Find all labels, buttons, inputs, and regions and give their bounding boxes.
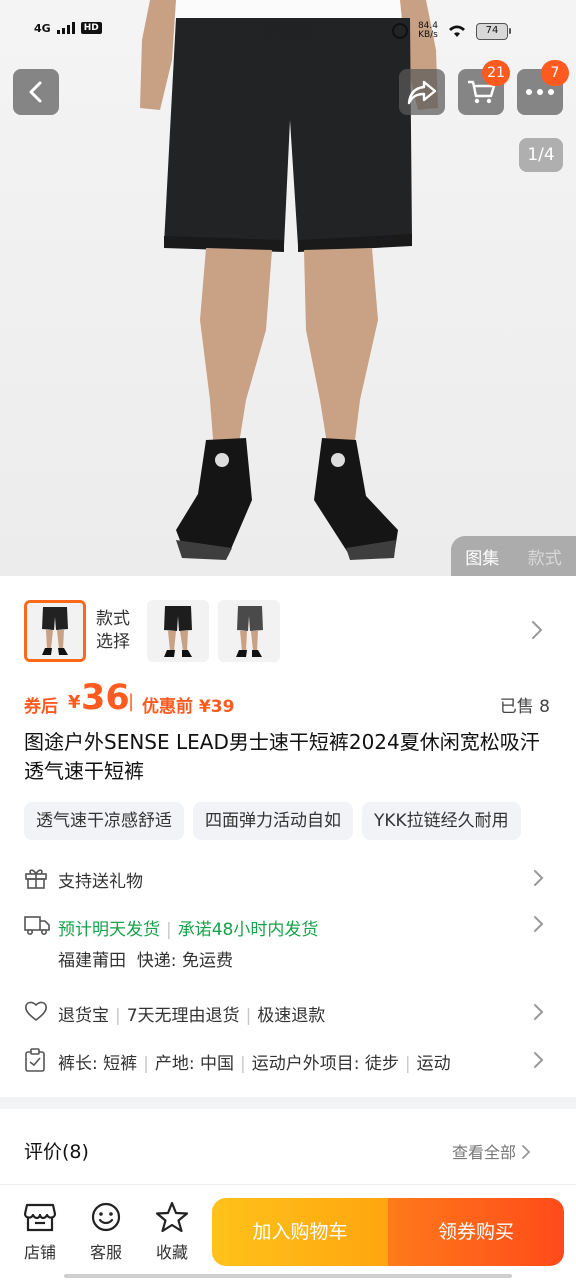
star-icon: [155, 1201, 189, 1233]
ship-origin-text: 福建莆田: [58, 951, 126, 971]
shipping-estimate: 预计明天发货 | 承诺48小时内发货: [58, 915, 318, 940]
return-row[interactable]: 退货宝 | 7天无理由退货 | 极速退款: [0, 996, 576, 1028]
share-button[interactable]: [399, 69, 445, 115]
share-icon: [407, 80, 437, 105]
price-row: 券后 ¥ 36 | 优惠前 ¥39 已售 8: [24, 678, 554, 722]
variant-label-line1: 款式: [96, 609, 130, 629]
variant-thumb-image: [147, 600, 209, 662]
spec-item: 产地: 中国: [154, 1054, 235, 1074]
section-divider: [0, 1097, 576, 1109]
variant-thumb-black[interactable]: [24, 600, 86, 662]
store-button[interactable]: 店铺: [18, 1201, 62, 1263]
service-label: 客服: [89, 1243, 122, 1262]
customer-service-icon: [91, 1202, 121, 1232]
spec-item: 运动: [416, 1054, 451, 1074]
coupon-buy-button[interactable]: 领券购买: [388, 1198, 564, 1266]
heart-shield-icon: [25, 1001, 47, 1022]
sold-count: 已售 8: [499, 697, 550, 717]
variant-selector[interactable]: 款式 选择: [0, 596, 576, 668]
favorite-label: 收藏: [155, 1243, 188, 1262]
view-all-label: 查看全部: [452, 1143, 517, 1162]
gift-icon: [25, 869, 47, 889]
separator: |: [115, 1006, 121, 1026]
variant-thumb-black-2[interactable]: [147, 600, 209, 662]
currency-symbol: ¥: [68, 692, 81, 713]
wifi-icon: [449, 25, 465, 37]
message-count-badge: 7: [541, 60, 569, 86]
home-indicator[interactable]: [64, 1274, 512, 1278]
separator: |: [245, 1006, 252, 1026]
specs-text: 裤长: 短裤 | 产地: 中国 | 运动户外项目: 徒步 | 运动: [58, 1049, 510, 1074]
feature-tag[interactable]: 透气速干凉感舒适: [24, 802, 184, 840]
return-refund-text: 极速退款: [257, 1006, 326, 1026]
spec-item: 运动户外项目: 徒步: [251, 1054, 399, 1074]
product-title: 图途户外SENSE LEAD男士速干短裤2024夏休闲宽松吸汗透气速干短裤: [24, 730, 540, 783]
net-speed-unit: KB/s: [418, 30, 438, 40]
feature-tag[interactable]: 四面弹力活动自如: [193, 802, 353, 840]
customer-service-button[interactable]: 客服: [84, 1201, 128, 1263]
page-indicator: 1/4: [519, 138, 563, 172]
after-coupon-label: 券后: [24, 697, 58, 717]
chevron-right-icon: [534, 870, 544, 886]
view-toggle[interactable]: 图集 款式: [451, 536, 576, 576]
separator: |: [240, 1054, 246, 1074]
chevron-right-icon: [534, 1052, 544, 1068]
chevron-right-icon: [532, 621, 543, 639]
shipping-row[interactable]: 预计明天发货 | 承诺48小时内发货 福建莆田 快递: 免运费: [0, 910, 576, 971]
separator: |: [143, 1054, 149, 1074]
feature-tag[interactable]: YKK拉链经久耐用: [362, 802, 521, 840]
variant-label[interactable]: 款式 选择: [96, 608, 140, 654]
return-text: 退货宝 | 7天无理由退货 | 极速退款: [58, 1001, 325, 1026]
chevron-right-icon: [534, 916, 544, 932]
variant-thumb-image: [27, 603, 83, 659]
return-service-text: 退货宝: [58, 1006, 109, 1026]
ship-estimate-text: 预计明天发货: [58, 920, 160, 940]
store-label: 店铺: [23, 1243, 56, 1262]
back-button[interactable]: [13, 69, 59, 115]
truck-icon: [24, 916, 50, 936]
bottom-action-bar: 店铺 客服 收藏 加入购物车 领券购买: [0, 1184, 576, 1280]
more-icon: [526, 89, 554, 95]
variant-thumb-image: [218, 600, 280, 662]
specs-row[interactable]: 裤长: 短裤 | 产地: 中国 | 运动户外项目: 徒步 | 运动: [0, 1044, 576, 1076]
cart-button[interactable]: 21: [458, 60, 510, 115]
alarm-icon: [391, 23, 408, 39]
spec-item: 裤长: 短裤: [58, 1054, 138, 1074]
reviews-title: 评价(8): [24, 1141, 89, 1163]
tab-style[interactable]: 款式: [514, 544, 576, 569]
ship-express-text: 快递: 免运费: [136, 951, 233, 971]
variant-label-line2: 选择: [96, 632, 130, 652]
chevron-left-icon: [29, 81, 42, 103]
feature-tags: 透气速干凉感舒适 四面弹力活动自如 YKK拉链经久耐用: [24, 802, 576, 840]
battery-icon: 74: [476, 22, 511, 40]
store-icon: [23, 1203, 57, 1232]
cart-count-badge: 21: [482, 60, 510, 86]
ship-promise-text: 承诺48小时内发货: [177, 920, 319, 940]
chevron-right-icon: [534, 1004, 544, 1020]
variant-thumb-grey[interactable]: [218, 600, 280, 662]
status-right: 84.4 KB/s 74: [391, 22, 511, 40]
gift-text: 支持送礼物: [58, 872, 143, 892]
original-price: 优惠前 ¥39: [142, 697, 235, 717]
clipboard-icon: [25, 1048, 45, 1072]
after-coupon-price: 36: [81, 678, 130, 718]
separator: |: [404, 1054, 411, 1074]
return-policy-text: 7天无理由退货: [126, 1006, 240, 1026]
chevron-right-icon: [522, 1145, 531, 1159]
more-button[interactable]: 7: [517, 60, 569, 115]
favorite-button[interactable]: 收藏: [150, 1201, 194, 1263]
net-speed: 84.4 KB/s: [418, 22, 438, 40]
price-separator: |: [128, 691, 135, 712]
view-all-reviews-link[interactable]: 查看全部: [452, 1139, 531, 1163]
shipping-origin: 福建莆田 快递: 免运费: [58, 946, 233, 971]
status-bar: 4G HD 23:02 84.4 KB/s 74: [0, 0, 576, 62]
tab-gallery[interactable]: 图集: [451, 544, 514, 569]
product-image[interactable]: 4G HD 23:02 84.4 KB/s 74 21 7 1/4 图集 款式: [0, 0, 576, 576]
add-to-cart-button[interactable]: 加入购物车: [212, 1198, 388, 1266]
gift-row[interactable]: 支持送礼物: [0, 862, 576, 894]
separator: |: [166, 920, 172, 940]
